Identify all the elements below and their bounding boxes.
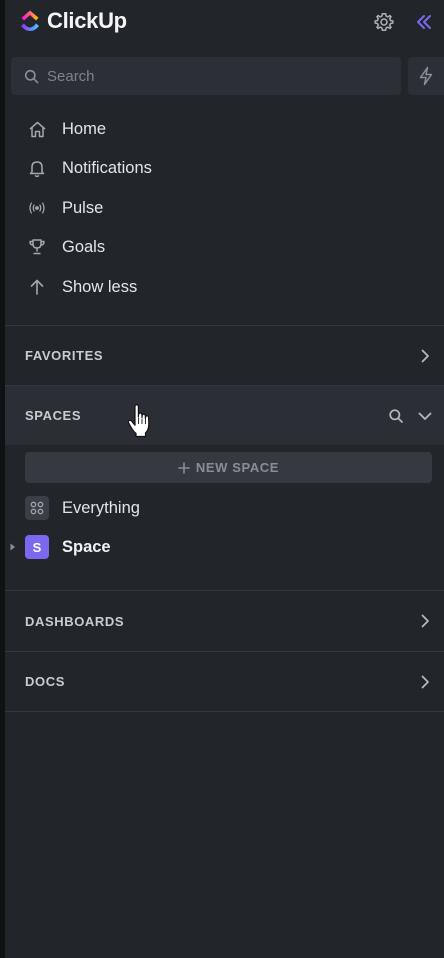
chevron-right-icon (421, 614, 429, 628)
nav-label-goals: Goals (62, 237, 106, 256)
home-icon (27, 119, 47, 139)
app-logo[interactable]: ClickUp (19, 8, 127, 34)
lightning-icon (419, 66, 433, 86)
space-label-space: Space (62, 537, 111, 556)
clickup-logo-icon (21, 10, 39, 31)
quick-actions-button[interactable] (408, 57, 444, 95)
nav-item-pulse[interactable]: Pulse (5, 191, 444, 225)
nav-item-notifications[interactable]: Notifications (5, 151, 444, 185)
bell-icon (27, 158, 47, 178)
plus-icon (178, 461, 190, 474)
search-icon[interactable] (388, 408, 404, 424)
section-label-favorites: FAVORITES (25, 348, 104, 363)
new-space-label: NEW SPACE (195, 460, 280, 475)
section-spaces[interactable]: SPACES (5, 386, 444, 445)
section-docs[interactable]: DOCS (5, 652, 444, 711)
search-input[interactable]: Search (11, 57, 401, 95)
space-item-everything[interactable]: Everything (5, 492, 444, 524)
space-item-space[interactable]: S Space (5, 531, 444, 563)
new-space-button[interactable]: NEW SPACE (25, 452, 432, 483)
search-icon (24, 69, 39, 83)
space-label-everything: Everything (62, 498, 140, 517)
section-label-spaces: SPACES (25, 408, 82, 423)
section-dashboards[interactable]: DASHBOARDS (5, 591, 444, 651)
nav-label-show-less: Show less (62, 277, 138, 296)
arrow-up-icon (27, 277, 47, 297)
section-label-docs: DOCS (25, 674, 65, 689)
everything-grid-icon (25, 496, 49, 520)
caret-right-icon[interactable] (10, 543, 16, 551)
section-label-dashboards: DASHBOARDS (25, 613, 125, 629)
sidebar-header: ClickUp (5, 0, 444, 44)
settings-gear-icon[interactable] (373, 11, 395, 33)
nav-label-home: Home (62, 119, 107, 138)
app-name: ClickUp (47, 8, 127, 33)
pulse-icon (27, 198, 47, 218)
nav-label-notifications: Notifications (62, 158, 152, 177)
nav-item-goals[interactable]: Goals (5, 230, 444, 264)
search-placeholder: Search (47, 67, 95, 85)
collapse-sidebar-icon[interactable] (413, 11, 435, 33)
divider (5, 711, 444, 712)
chevron-right-icon (421, 349, 429, 362)
hand-cursor-icon (127, 404, 150, 438)
nav-label-pulse: Pulse (62, 198, 104, 217)
space-avatar-letter: S (32, 539, 42, 555)
sidebar: ClickUp Search Home Notifications Pulse … (5, 0, 444, 958)
nav-item-home[interactable]: Home (5, 112, 444, 146)
section-favorites[interactable]: FAVORITES (5, 326, 444, 385)
nav-item-show-less[interactable]: Show less (5, 270, 444, 304)
trophy-icon (27, 237, 47, 257)
chevron-down-icon[interactable] (417, 408, 433, 424)
space-avatar: S (25, 535, 49, 559)
chevron-right-icon (421, 675, 429, 688)
